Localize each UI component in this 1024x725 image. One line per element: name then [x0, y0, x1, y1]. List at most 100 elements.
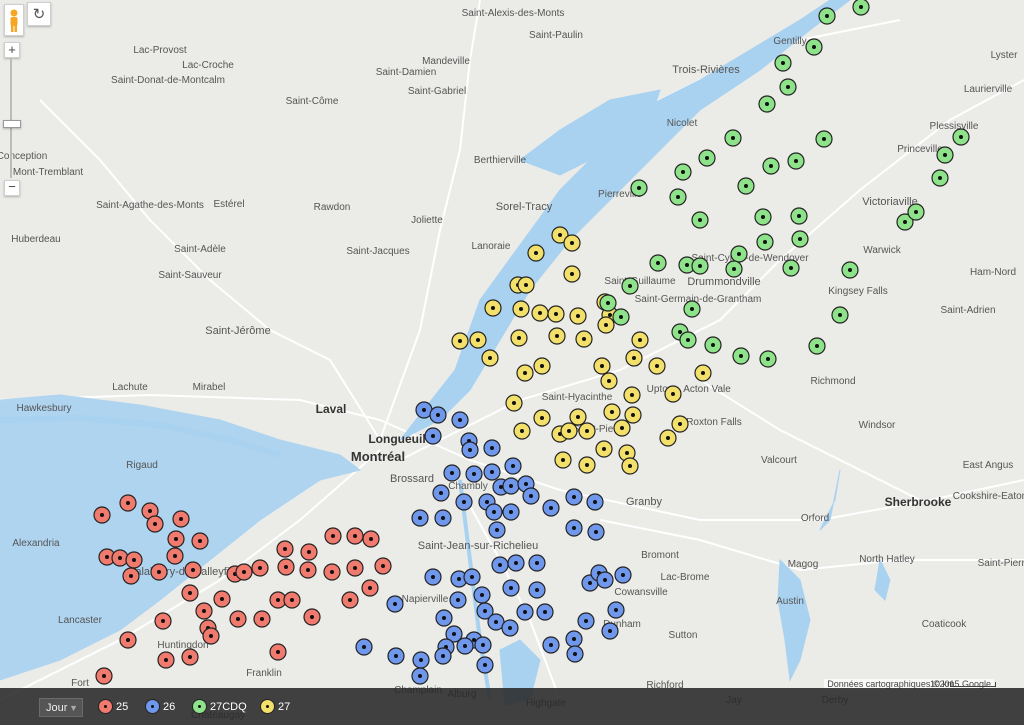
site-marker-27[interactable]	[597, 316, 615, 334]
site-marker-27[interactable]	[516, 364, 534, 382]
site-marker-27cdq[interactable]	[831, 306, 849, 324]
site-marker-26[interactable]	[483, 439, 501, 457]
site-marker-26[interactable]	[434, 647, 452, 665]
site-marker-27cdq[interactable]	[787, 152, 805, 170]
site-marker-27cdq[interactable]	[621, 277, 639, 295]
site-marker-25[interactable]	[111, 549, 129, 567]
site-marker-25[interactable]	[181, 584, 199, 602]
site-marker-25[interactable]	[157, 651, 175, 669]
site-marker-27[interactable]	[664, 385, 682, 403]
site-marker-27[interactable]	[575, 330, 593, 348]
site-marker-25[interactable]	[341, 591, 359, 609]
site-marker-27[interactable]	[513, 422, 531, 440]
site-marker-25[interactable]	[122, 567, 140, 585]
site-marker-25[interactable]	[167, 530, 185, 548]
site-marker-26[interactable]	[483, 463, 501, 481]
site-marker-27cdq[interactable]	[952, 128, 970, 146]
site-marker-27cdq[interactable]	[630, 179, 648, 197]
site-marker-27[interactable]	[631, 331, 649, 349]
site-marker-27[interactable]	[531, 304, 549, 322]
day-filter-select[interactable]: Jour ▼	[39, 698, 83, 717]
site-marker-25[interactable]	[146, 515, 164, 533]
site-marker-27[interactable]	[505, 394, 523, 412]
site-marker-26[interactable]	[565, 630, 583, 648]
site-marker-25[interactable]	[361, 579, 379, 597]
site-marker-26[interactable]	[565, 488, 583, 506]
site-marker-27cdq[interactable]	[808, 337, 826, 355]
site-marker-25[interactable]	[299, 561, 317, 579]
site-marker-25[interactable]	[166, 547, 184, 565]
site-marker-25[interactable]	[191, 532, 209, 550]
site-marker-26[interactable]	[507, 554, 525, 572]
site-marker-25[interactable]	[154, 612, 172, 630]
map-canvas[interactable]: Saint-Alexis-des-Monts Saint-Paulin Lac-Pr…	[0, 0, 1024, 725]
site-marker-27[interactable]	[512, 300, 530, 318]
site-marker-27cdq[interactable]	[612, 308, 630, 326]
site-marker-25[interactable]	[346, 527, 364, 545]
site-marker-26[interactable]	[476, 656, 494, 674]
site-marker-27[interactable]	[569, 307, 587, 325]
site-marker-25[interactable]	[119, 631, 137, 649]
site-marker-27cdq[interactable]	[756, 233, 774, 251]
site-marker-27cdq[interactable]	[779, 78, 797, 96]
site-marker-26[interactable]	[536, 603, 554, 621]
site-marker-27[interactable]	[648, 357, 666, 375]
legend-item-27cdq[interactable]: 27CDQ	[192, 699, 247, 714]
site-marker-27[interactable]	[694, 364, 712, 382]
legend-item-26[interactable]: 26	[145, 699, 175, 714]
site-marker-27cdq[interactable]	[683, 300, 701, 318]
site-marker-25[interactable]	[229, 610, 247, 628]
site-marker-25[interactable]	[303, 608, 321, 626]
site-marker-27cdq[interactable]	[698, 149, 716, 167]
site-marker-27[interactable]	[595, 440, 613, 458]
site-marker-27cdq[interactable]	[754, 208, 772, 226]
site-marker-27[interactable]	[554, 451, 572, 469]
site-marker-27[interactable]	[600, 372, 618, 390]
site-marker-26[interactable]	[601, 622, 619, 640]
site-marker-27cdq[interactable]	[724, 129, 742, 147]
site-marker-26[interactable]	[502, 503, 520, 521]
site-marker-25[interactable]	[125, 551, 143, 569]
zoom-slider-handle[interactable]	[3, 120, 21, 128]
site-marker-27[interactable]	[533, 409, 551, 427]
site-marker-27cdq[interactable]	[790, 207, 808, 225]
site-marker-27[interactable]	[613, 419, 631, 437]
site-marker-27cdq[interactable]	[759, 350, 777, 368]
site-marker-27[interactable]	[578, 422, 596, 440]
site-marker-26[interactable]	[463, 568, 481, 586]
site-marker-27[interactable]	[533, 357, 551, 375]
site-marker-27cdq[interactable]	[704, 336, 722, 354]
site-marker-25[interactable]	[202, 627, 220, 645]
site-marker-26[interactable]	[429, 406, 447, 424]
site-marker-25[interactable]	[213, 590, 231, 608]
site-marker-25[interactable]	[277, 558, 295, 576]
legend-item-25[interactable]: 25	[98, 699, 128, 714]
site-marker-27[interactable]	[547, 305, 565, 323]
site-marker-27[interactable]	[625, 349, 643, 367]
site-marker-26[interactable]	[474, 636, 492, 654]
site-marker-26[interactable]	[501, 619, 519, 637]
site-marker-27[interactable]	[578, 456, 596, 474]
site-marker-26[interactable]	[461, 441, 479, 459]
site-marker-27cdq[interactable]	[805, 38, 823, 56]
site-marker-26[interactable]	[432, 484, 450, 502]
site-marker-26[interactable]	[485, 503, 503, 521]
site-marker-27cdq[interactable]	[774, 54, 792, 72]
site-marker-25[interactable]	[324, 527, 342, 545]
site-marker-26[interactable]	[577, 612, 595, 630]
site-marker-27cdq[interactable]	[931, 169, 949, 187]
site-marker-26[interactable]	[455, 493, 473, 511]
site-marker-26[interactable]	[491, 556, 509, 574]
site-marker-27[interactable]	[563, 265, 581, 283]
site-marker-26[interactable]	[586, 493, 604, 511]
site-marker-27[interactable]	[548, 327, 566, 345]
site-marker-27[interactable]	[623, 386, 641, 404]
site-marker-26[interactable]	[522, 487, 540, 505]
site-marker-26[interactable]	[424, 568, 442, 586]
site-marker-27cdq[interactable]	[725, 260, 743, 278]
site-marker-27cdq[interactable]	[936, 146, 954, 164]
legend-item-27[interactable]: 27	[260, 699, 290, 714]
site-marker-25[interactable]	[181, 648, 199, 666]
site-marker-27cdq[interactable]	[762, 157, 780, 175]
site-marker-25[interactable]	[283, 591, 301, 609]
